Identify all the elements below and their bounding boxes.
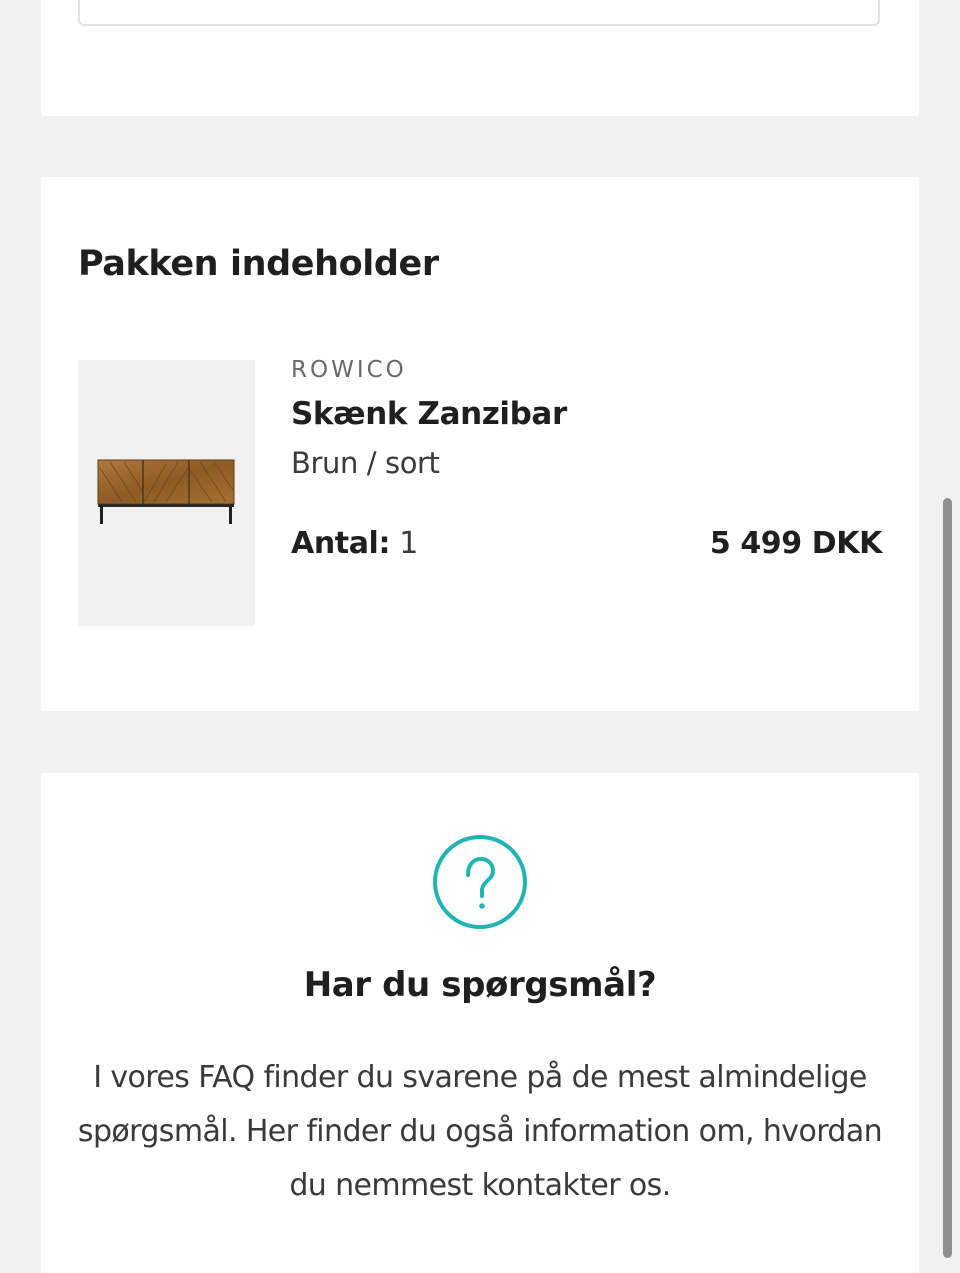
quantity-label: Antal: [291, 526, 391, 561]
product-quantity: Antal: 1 [291, 524, 418, 564]
product-brand: ROWICO [291, 357, 407, 383]
scrollbar[interactable] [943, 498, 952, 1258]
quantity-value: 1 [399, 526, 418, 561]
question-circle-icon[interactable] [432, 834, 528, 930]
product-image[interactable] [78, 360, 255, 626]
faq-card: Har du spørgsmål? I vores FAQ finder du … [41, 773, 919, 1273]
faq-title: Har du spørgsmål? [303, 965, 657, 1005]
product-variant: Brun / sort [291, 446, 440, 480]
product-name[interactable]: Skænk Zanzibar [291, 393, 567, 435]
package-contents-card: Pakken indeholder ROWICO Skænk Zanzibar … [41, 177, 919, 711]
input-field-bottom-edge[interactable] [78, 0, 880, 26]
top-card [41, 0, 919, 116]
product-price: 5 499 DKK [709, 526, 883, 561]
faq-description: I vores FAQ finder du svarene på de mest… [77, 1060, 883, 1203]
sideboard-icon [97, 459, 235, 524]
package-title: Pakken indeholder [78, 244, 439, 284]
